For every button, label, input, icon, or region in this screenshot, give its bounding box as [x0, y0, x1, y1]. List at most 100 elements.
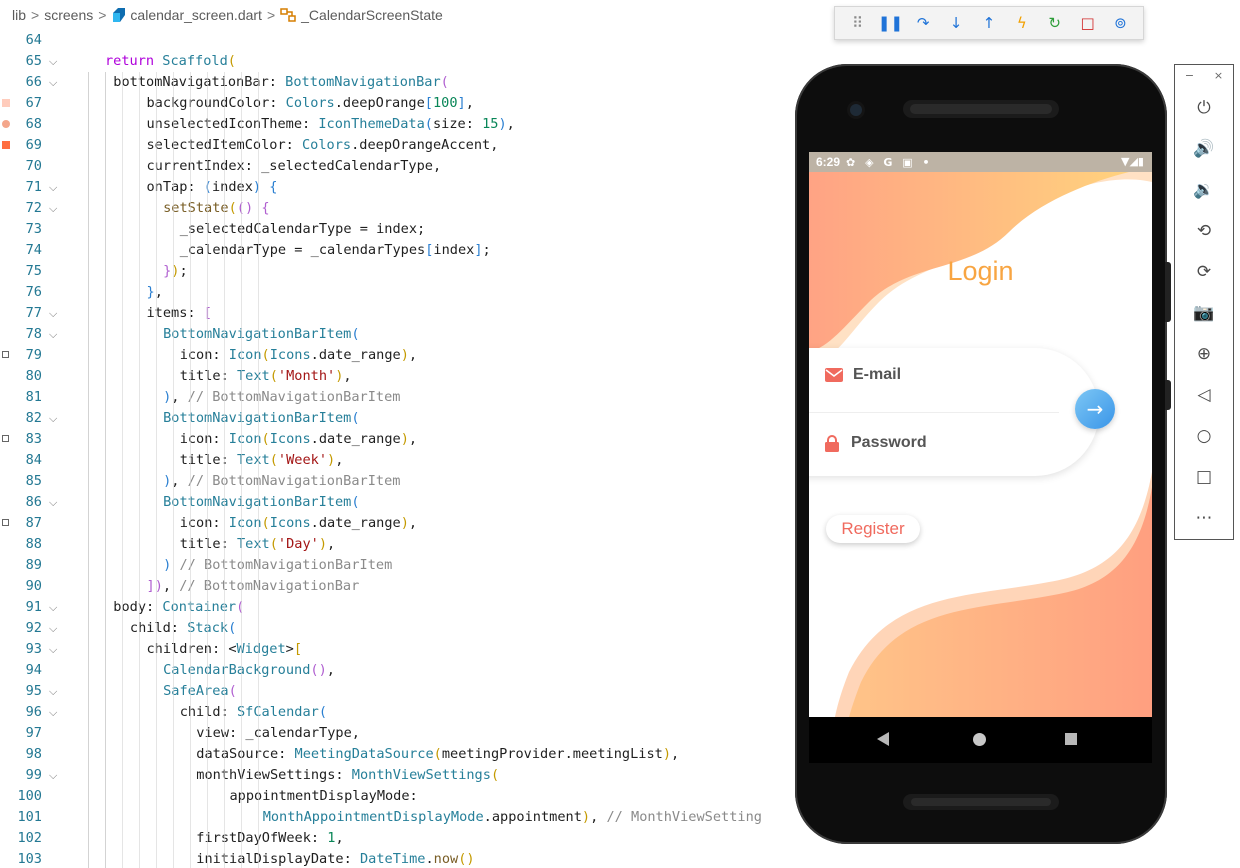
code-line[interactable]: 102 firstDayOfWeek: 1, [0, 828, 800, 849]
code-line[interactable]: 85), // BottomNavigationBarItem [0, 471, 800, 492]
code-line[interactable]: 103 initialDisplayDate: DateTime.now() [0, 849, 800, 868]
code-token: , [590, 809, 607, 825]
code-line[interactable]: 78 ⌵ BottomNavigationBarItem( [0, 324, 800, 345]
restart-icon[interactable]: ↻ [1043, 11, 1067, 35]
breadcrumb-item-screens[interactable]: screens [44, 7, 93, 23]
breadcrumb-item-class[interactable]: _CalendarScreenState [280, 7, 443, 23]
zoom-icon[interactable]: ⊕ [1189, 339, 1219, 369]
fold-chevron-icon[interactable]: ⌵ [49, 177, 57, 198]
code-line[interactable]: 80 title: Text('Month'), [0, 366, 800, 387]
fold-chevron-icon[interactable]: ⌵ [49, 72, 57, 93]
code-token: meetingProvider.meetingList [441, 746, 663, 762]
password-field[interactable]: Password [825, 428, 927, 458]
code-line[interactable]: 69 selectedItemColor: Colors.deepOrangeAc… [0, 135, 800, 156]
calendar-glyph-icon[interactable] [2, 519, 9, 526]
code-line[interactable]: 84 title: Text('Week'), [0, 450, 800, 471]
phone-screen[interactable]: 6:29 ✿ ◈ G ▣ • ▼◢▮ Login E-mail Password… [809, 152, 1152, 717]
code-line[interactable]: 76}, [0, 282, 800, 303]
code-line[interactable]: 98 dataSource: MeetingDataSource(meetingP… [0, 744, 800, 765]
fold-chevron-icon[interactable]: ⌵ [49, 303, 57, 324]
close-button[interactable]: × [1214, 69, 1223, 82]
fold-chevron-icon[interactable]: ⌵ [49, 324, 57, 345]
code-line[interactable]: 92 ⌵ child: Stack( [0, 618, 800, 639]
breadcrumb-item-lib[interactable]: lib [12, 7, 26, 23]
volume-up-icon[interactable]: 🔊 [1189, 134, 1219, 164]
code-line[interactable]: 71⌵onTap: (index) { [0, 177, 800, 198]
calendar-glyph-icon[interactable] [2, 435, 9, 442]
code-line[interactable]: 95 ⌵ SafeArea( [0, 681, 800, 702]
fold-chevron-icon[interactable]: ⌵ [49, 618, 57, 639]
nav-home-icon[interactable] [973, 733, 986, 746]
code-line[interactable]: 91⌵body: Container( [0, 597, 800, 618]
step-over-icon[interactable]: ↷ [911, 11, 935, 35]
calendar-glyph-icon[interactable] [2, 351, 9, 358]
code-line[interactable]: 72 ⌵ setState(() { [0, 198, 800, 219]
fold-chevron-icon[interactable]: ⌵ [49, 198, 57, 219]
fold-chevron-icon[interactable]: ⌵ [49, 765, 57, 786]
code-line[interactable]: 68 unselectedIconTheme: IconThemeData(siz… [0, 114, 800, 135]
color-dot-icon[interactable] [2, 120, 10, 128]
login-submit-button[interactable]: → [1075, 389, 1115, 429]
fold-chevron-icon[interactable]: ⌵ [49, 639, 57, 660]
stop-icon[interactable]: □ [1076, 11, 1100, 35]
code-line[interactable]: 99 ⌵ monthViewSettings: MonthViewSettings( [0, 765, 800, 786]
fold-chevron-icon[interactable]: ⌵ [49, 702, 57, 723]
fold-chevron-icon[interactable]: ⌵ [49, 51, 57, 72]
code-line[interactable]: 90]), // BottomNavigationBar [0, 576, 800, 597]
code-text: backgroundColor: Colors.deepOrange[100], [147, 93, 474, 114]
code-line[interactable]: 64 [0, 30, 800, 51]
code-line[interactable]: 65 ⌵ return Scaffold( [0, 51, 800, 72]
code-line[interactable]: 100 appointmentDisplayMode: [0, 786, 800, 807]
step-into-icon[interactable]: ↓ [944, 11, 968, 35]
step-out-icon[interactable]: ↑ [977, 11, 1001, 35]
code-line[interactable]: 82 ⌵ BottomNavigationBarItem( [0, 408, 800, 429]
volume-down-icon[interactable]: 🔉 [1189, 175, 1219, 205]
code-line[interactable]: 70 currentIndex: _selectedCalendarType, [0, 156, 800, 177]
code-line[interactable]: 89) // BottomNavigationBarItem [0, 555, 800, 576]
code-line[interactable]: 97 view: _calendarType, [0, 723, 800, 744]
code-editor[interactable]: 64 65 ⌵ return Scaffold(66 ⌵ bottomNavigation… [0, 30, 800, 868]
code-line[interactable]: 87 icon: Icon(Icons.date_range), [0, 513, 800, 534]
code-token: ) [327, 452, 336, 468]
email-field[interactable]: E-mail [825, 360, 901, 390]
code-line[interactable]: 94 CalendarBackground(), [0, 660, 800, 681]
code-line[interactable]: 74 _calendarType = _calendarTypes[index]; [0, 240, 800, 261]
fold-chevron-icon[interactable]: ⌵ [49, 681, 57, 702]
pause-icon[interactable]: ❚❚ [878, 11, 903, 35]
home-icon[interactable]: ○ [1189, 421, 1219, 451]
code-line[interactable]: 67 backgroundColor: Colors.deepOrange[100… [0, 93, 800, 114]
code-line[interactable]: 88 title: Text('Day'), [0, 534, 800, 555]
minimize-button[interactable]: − [1185, 69, 1194, 82]
code-line[interactable]: 86 ⌵ BottomNavigationBarItem( [0, 492, 800, 513]
rotate-left-icon[interactable]: ⟲ [1189, 216, 1219, 246]
code-line[interactable]: 73 _selectedCalendarType = index; [0, 219, 800, 240]
code-token: , [408, 431, 418, 447]
code-line[interactable]: 101 MonthAppointmentDisplayMode.appointme… [0, 807, 800, 828]
code-line[interactable]: 81), // BottomNavigationBarItem [0, 387, 800, 408]
code-line[interactable]: 77⌵items: [ [0, 303, 800, 324]
code-line[interactable]: 66 ⌵ bottomNavigationBar: BottomNavigation… [0, 72, 800, 93]
code-line[interactable]: 96 ⌵ child: SfCalendar( [0, 702, 800, 723]
overview-icon[interactable]: □ [1189, 462, 1219, 492]
back-icon[interactable]: ◁ [1189, 380, 1219, 410]
code-line[interactable]: 93 ⌵ children: <Widget>[ [0, 639, 800, 660]
breadcrumb-item-file[interactable]: calendar_screen.dart [111, 7, 262, 23]
nav-recents-icon[interactable] [1065, 733, 1077, 745]
color-swatch-icon[interactable] [2, 141, 10, 149]
code-line[interactable]: 83 icon: Icon(Icons.date_range), [0, 429, 800, 450]
devtools-icon[interactable]: ⊚ [1108, 11, 1132, 35]
camera-icon[interactable]: 📷 [1189, 298, 1219, 328]
hot-reload-icon[interactable]: ϟ [1010, 11, 1034, 35]
fold-chevron-icon[interactable]: ⌵ [49, 408, 57, 429]
rotate-right-icon[interactable]: ⟳ [1189, 257, 1219, 287]
more-icon[interactable]: ⋯ [1189, 503, 1219, 533]
code-line[interactable]: 75}); [0, 261, 800, 282]
nav-back-icon[interactable] [877, 732, 889, 746]
fold-chevron-icon[interactable]: ⌵ [49, 492, 57, 513]
color-swatch-icon[interactable] [2, 99, 10, 107]
power-icon[interactable]: ⏻ [1189, 93, 1219, 123]
phone-frame: 6:29 ✿ ◈ G ▣ • ▼◢▮ Login E-mail Password… [795, 64, 1167, 844]
code-line[interactable]: 79 icon: Icon(Icons.date_range), [0, 345, 800, 366]
fold-chevron-icon[interactable]: ⌵ [49, 597, 57, 618]
register-button[interactable]: Register [826, 515, 920, 543]
